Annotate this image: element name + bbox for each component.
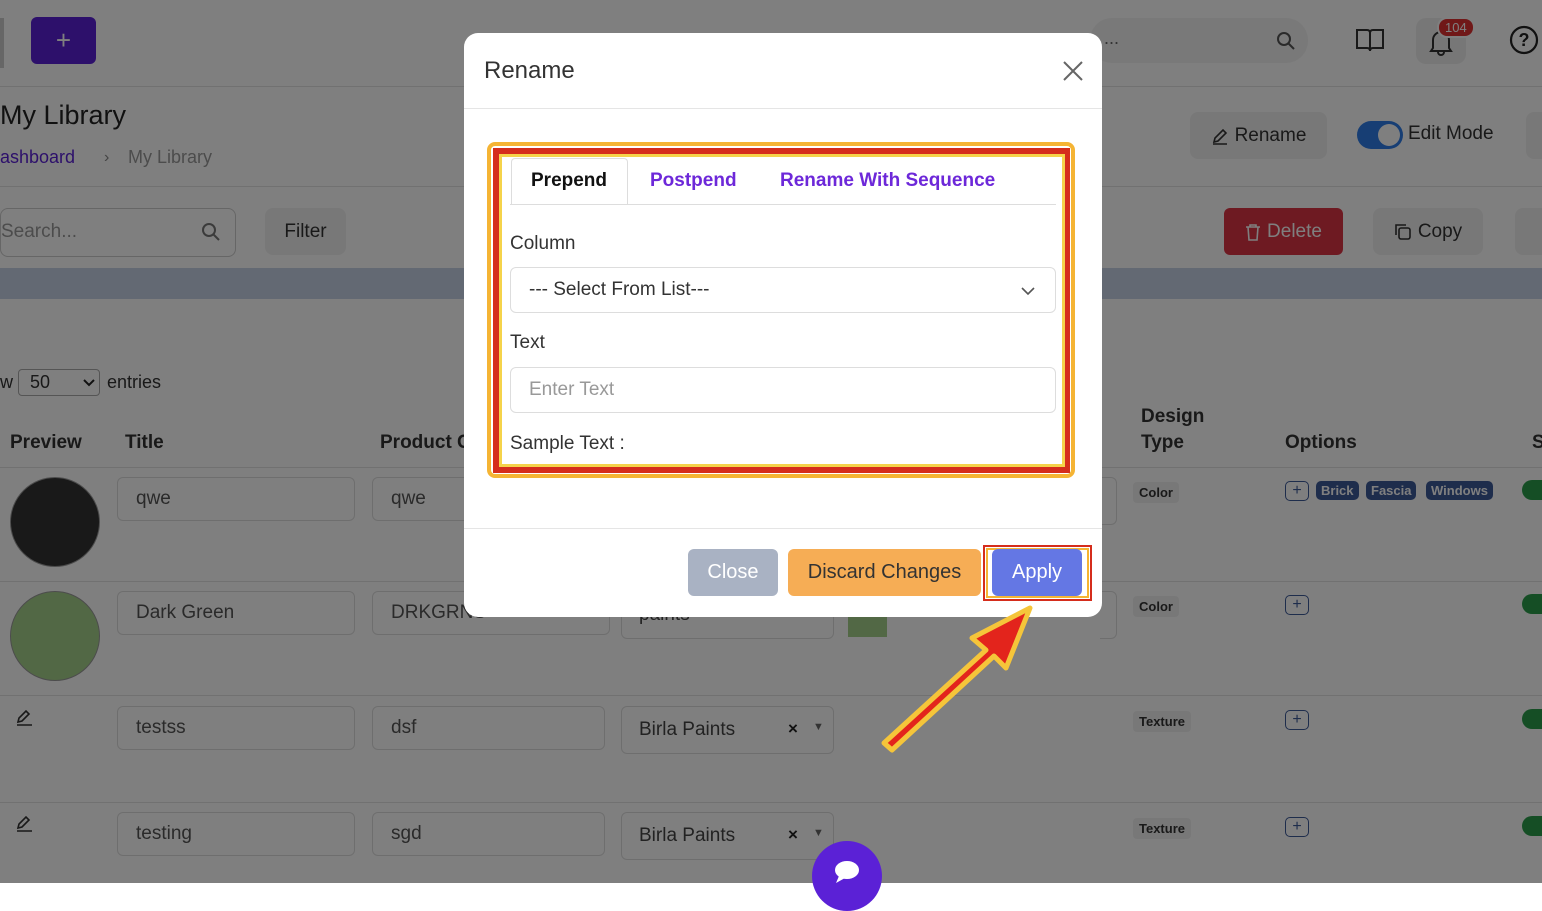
sample-text-label: Sample Text : [510, 433, 625, 454]
modal-footer-divider [464, 528, 1102, 529]
discard-changes-button[interactable]: Discard Changes [788, 549, 981, 596]
chat-icon [835, 861, 859, 883]
text-input[interactable]: Enter Text [510, 367, 1056, 413]
chevron-down-icon [1021, 287, 1035, 296]
close-icon[interactable] [1062, 60, 1084, 82]
tab-postpend[interactable]: Postpend [650, 158, 737, 204]
modal-title: Rename [484, 57, 575, 84]
column-label: Column [510, 233, 576, 254]
column-select-value: --- Select From List--- [529, 279, 710, 300]
tab-rename-with-sequence[interactable]: Rename With Sequence [780, 158, 995, 204]
text-input-placeholder: Enter Text [529, 379, 615, 400]
column-select[interactable]: --- Select From List--- [510, 267, 1056, 313]
apply-button[interactable]: Apply [992, 549, 1082, 596]
close-button[interactable]: Close [688, 549, 778, 596]
tab-prepend[interactable]: Prepend [531, 158, 607, 204]
modal-header-divider [464, 108, 1102, 109]
annotation-arrow [881, 605, 1033, 753]
rename-modal: Rename Prepend Postpend Rename With Sequ… [464, 33, 1102, 617]
chat-button[interactable] [812, 841, 882, 911]
text-label: Text [510, 332, 545, 353]
tabs-divider [510, 204, 1056, 205]
